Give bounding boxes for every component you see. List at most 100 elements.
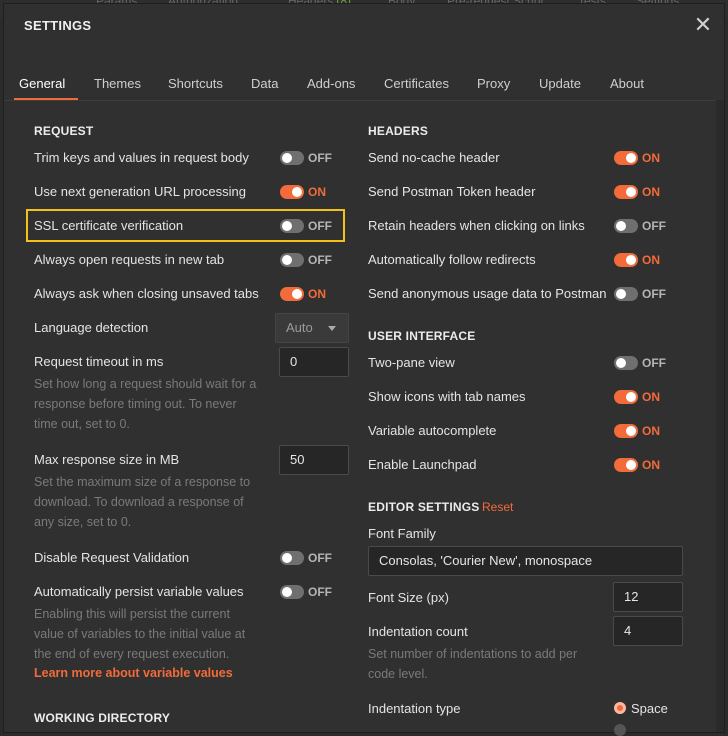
persist-desc-line: the end of every request execution.: [34, 647, 230, 661]
url-processing-toggle[interactable]: [280, 185, 304, 199]
reset-link[interactable]: Reset: [482, 500, 513, 514]
tab-certificates[interactable]: Certificates: [384, 76, 449, 91]
indent-space-radio[interactable]: [614, 702, 626, 714]
toggle-knob: [626, 392, 636, 402]
timeout-input[interactable]: 0: [279, 347, 349, 377]
tab-icons-toggle[interactable]: [614, 390, 638, 404]
max-size-label: Max response size in MB: [34, 452, 180, 467]
indent-type-label: Indentation type: [368, 701, 461, 716]
toggle-knob: [626, 153, 636, 163]
toggle-knob: [282, 221, 292, 231]
variable-values-link[interactable]: Learn more about variable values: [34, 666, 233, 680]
token-state: ON: [642, 185, 660, 199]
timeout-label: Request timeout in ms: [34, 354, 164, 369]
persist-description: Enabling this will persist the current v…: [34, 604, 245, 664]
max-size-desc-line: Set the maximum size of a response to: [34, 475, 251, 489]
two-pane-label: Two-pane view: [368, 355, 455, 370]
autocomplete-label: Variable autocomplete: [368, 423, 497, 438]
dialog-title: SETTINGS: [24, 18, 92, 33]
max-size-description: Set the maximum size of a response to do…: [34, 472, 250, 532]
trim-state: OFF: [308, 151, 332, 165]
ask-close-state: ON: [308, 287, 326, 301]
autocomplete-state: ON: [642, 424, 660, 438]
ask-close-label: Always ask when closing unsaved tabs: [34, 286, 259, 301]
tab-data[interactable]: Data: [251, 76, 278, 91]
no-cache-toggle[interactable]: [614, 151, 638, 165]
persist-desc-line: value of variables to the initial value …: [34, 627, 246, 641]
retain-toggle[interactable]: [614, 219, 638, 233]
launchpad-state: ON: [642, 458, 660, 472]
ask-close-toggle[interactable]: [280, 287, 304, 301]
trim-toggle[interactable]: [280, 151, 304, 165]
toggle-knob: [282, 153, 292, 163]
toggle-knob: [626, 187, 636, 197]
redirects-toggle[interactable]: [614, 253, 638, 267]
anon-usage-label: Send anonymous usage data to Postman: [368, 286, 607, 301]
toggle-knob: [626, 426, 636, 436]
new-tab-toggle[interactable]: [280, 253, 304, 267]
tab-update[interactable]: Update: [539, 76, 581, 91]
font-size-label: Font Size (px): [368, 590, 449, 605]
indent-count-description: Set number of indentations to add per co…: [368, 644, 577, 684]
tab-icons-state: ON: [642, 390, 660, 404]
tab-icons-label: Show icons with tab names: [368, 389, 526, 404]
two-pane-state: OFF: [642, 356, 666, 370]
language-select-value: Auto: [286, 320, 313, 335]
tab-themes[interactable]: Themes: [94, 76, 141, 91]
tab-shortcuts[interactable]: Shortcuts: [168, 76, 223, 91]
persist-toggle[interactable]: [280, 585, 304, 599]
headers-heading: HEADERS: [368, 124, 429, 138]
font-family-input[interactable]: Consolas, 'Courier New', monospace: [368, 546, 683, 576]
toggle-knob: [616, 358, 626, 368]
redirects-state: ON: [642, 253, 660, 267]
tab-proxy[interactable]: Proxy: [477, 76, 510, 91]
font-size-input[interactable]: 12: [613, 582, 683, 612]
dialog-header: SETTINGS ✕: [4, 4, 724, 54]
token-toggle[interactable]: [614, 185, 638, 199]
persist-desc-line: Enabling this will persist the current: [34, 607, 230, 621]
request-heading: REQUEST: [34, 124, 94, 138]
tab-about[interactable]: About: [610, 76, 644, 91]
close-icon[interactable]: ✕: [692, 14, 714, 36]
user-interface-heading: USER INTERFACE: [368, 329, 476, 343]
font-family-label: Font Family: [368, 526, 436, 541]
timeout-desc-line: response before timing out. To never: [34, 397, 237, 411]
active-tab-indicator: [14, 98, 78, 100]
trim-label: Trim keys and values in request body: [34, 150, 249, 165]
autocomplete-toggle[interactable]: [614, 424, 638, 438]
two-pane-toggle[interactable]: [614, 356, 638, 370]
settings-dialog: SETTINGS ✕ General Themes Shortcuts Data…: [4, 4, 724, 736]
toggle-knob: [626, 255, 636, 265]
anon-usage-toggle[interactable]: [614, 287, 638, 301]
toggle-knob: [616, 289, 626, 299]
language-select[interactable]: Auto: [275, 313, 349, 343]
max-size-desc-line: any size, set to 0.: [34, 515, 132, 529]
toggle-knob: [282, 255, 292, 265]
timeout-desc-line: time out, set to 0.: [34, 417, 130, 431]
max-size-desc-line: download. To download a response of: [34, 495, 244, 509]
no-cache-label: Send no-cache header: [368, 150, 500, 165]
toggle-knob: [292, 187, 302, 197]
launchpad-label: Enable Launchpad: [368, 457, 477, 472]
indent-tab-radio[interactable]: [614, 724, 626, 736]
toggle-knob: [282, 587, 292, 597]
tab-general[interactable]: General: [19, 76, 65, 91]
toggle-knob: [616, 221, 626, 231]
persist-state: OFF: [308, 585, 332, 599]
new-tab-state: OFF: [308, 253, 332, 267]
validation-toggle[interactable]: [280, 551, 304, 565]
new-tab-label: Always open requests in new tab: [34, 252, 225, 267]
dialog-scrollbar[interactable]: [716, 100, 724, 732]
validation-label: Disable Request Validation: [34, 550, 190, 565]
launchpad-toggle[interactable]: [614, 458, 638, 472]
toggle-knob: [292, 289, 302, 299]
toggle-knob: [626, 460, 636, 470]
ssl-toggle[interactable]: [280, 219, 304, 233]
indent-desc-line: code level.: [368, 667, 428, 681]
toggle-knob: [282, 553, 292, 563]
working-directory-heading: WORKING DIRECTORY: [34, 711, 171, 725]
indent-count-input[interactable]: 4: [613, 616, 683, 646]
no-cache-state: ON: [642, 151, 660, 165]
max-size-input[interactable]: 50: [279, 445, 349, 475]
tab-addons[interactable]: Add-ons: [307, 76, 355, 91]
